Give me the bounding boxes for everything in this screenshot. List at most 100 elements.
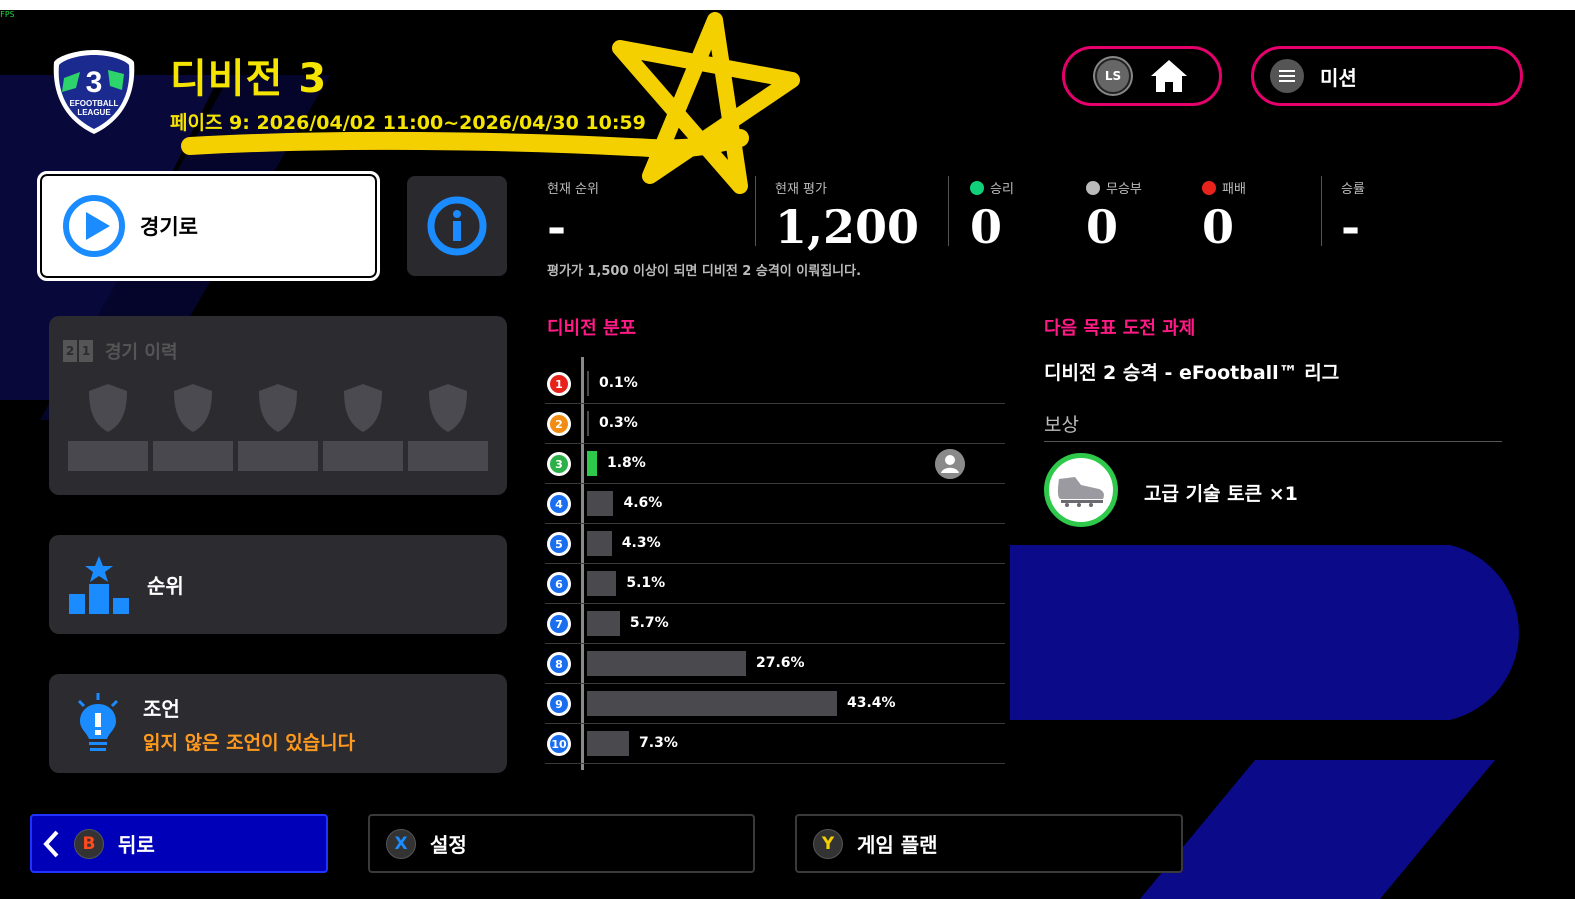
division-rank-icon: 5 [547,532,571,556]
current-rank-label: 현재 순위 [547,182,599,197]
win-rate-label: 승률 [1341,182,1365,197]
division-rank-icon: 1 [547,372,571,396]
distribution-percent: 5.1% [626,575,666,591]
scoreboard-icon: 21 [63,340,93,362]
distribution-row: 7 5.7% [545,604,1005,644]
reward-item[interactable] [1044,453,1118,527]
distribution-bar [587,691,837,716]
game-plan-button[interactable]: Y 게임 플랜 [795,814,1183,873]
stat-divider [1321,176,1322,246]
info-button[interactable] [407,176,507,276]
history-result-bar [238,441,318,471]
history-slot [238,383,318,471]
lightbulb-icon [77,692,119,751]
shield-icon [174,384,212,432]
history-result-bar [68,441,148,471]
advice-unread-notice: 읽지 않은 조언이 있습니다 [143,731,356,754]
current-rating-value: 1,200 [775,200,920,254]
current-rating-label: 현재 평가 [775,182,827,197]
reward-divider [1044,441,1502,442]
distribution-title: 디비전 분포 [547,318,637,339]
distribution-percent: 4.6% [623,495,663,511]
podium-icon [69,555,129,614]
info-icon [427,196,487,256]
shield-icon [429,384,467,432]
division-rank-icon: 7 [547,612,571,636]
division-rank-icon: 3 [547,452,571,476]
distribution-bar [587,371,589,396]
advice-title: 조언 [143,696,180,721]
losses-label: 패배 [1222,182,1246,197]
back-button[interactable]: B 뒤로 [30,814,328,873]
stat-divider [948,176,949,246]
stat-wins: 승리 0 [970,178,1014,253]
distribution-bar [587,411,589,436]
distribution-percent: 4.3% [621,535,661,551]
current-rank-value: - [547,200,567,254]
division-title: 디비전 3 [170,56,328,102]
shield-icon [344,384,382,432]
ranking-button[interactable]: 순위 [49,535,507,634]
shield-icon [259,384,297,432]
stat-draws: 무승부 0 [1086,178,1142,253]
distribution-bar [587,451,597,476]
win-rate-value: - [1341,200,1361,254]
division-rank-icon: 9 [547,692,571,716]
history-result-bar [323,441,403,471]
reward-name: 고급 기술 토큰 ×1 [1144,483,1298,505]
distribution-percent: 27.6% [755,655,805,671]
distribution-row: 4 4.6% [545,484,1005,524]
history-slot [408,383,488,471]
game-plan-label: 게임 플랜 [857,833,938,857]
division-rank-icon: 2 [547,412,571,436]
wins-value: 0 [970,200,1003,254]
play-match-button[interactable]: 경기로 [37,171,380,281]
win-dot-icon [970,180,984,195]
back-label: 뒤로 [118,833,155,857]
promotion-note: 평가가 1,500 이상이 되면 디비전 2 승격이 이뤄집니다. [547,264,862,279]
boot-icon [1057,477,1104,507]
ranking-label: 순위 [147,574,184,598]
play-match-label: 경기로 [140,215,198,239]
reward-label: 보상 [1044,414,1079,436]
distribution-percent: 5.7% [629,615,669,631]
draws-label: 무승부 [1106,182,1142,197]
history-result-bar [408,441,488,471]
advice-button[interactable]: 조언 읽지 않은 조언이 있습니다 [49,674,507,773]
match-history-slots [68,383,488,471]
distribution-row: 3 1.8% [545,444,1005,484]
top-white-strip [0,0,1575,10]
next-goal-name: 디비전 2 승격 - eFootball™ 리그 [1044,362,1340,384]
settings-button[interactable]: X 설정 [368,814,755,873]
wins-label: 승리 [990,182,1014,197]
home-pill-button[interactable]: LS [1062,46,1222,106]
fps-counter: FPS [0,10,15,19]
losses-value: 0 [1202,200,1235,254]
draw-dot-icon [1086,180,1100,195]
badge-line2: LEAGUE [77,108,111,117]
mission-label: 미션 [1320,65,1357,90]
distribution-percent: 0.1% [599,375,638,391]
badge-number: 3 [86,66,103,99]
ls-button-icon: LS [1095,58,1131,94]
distribution-row: 9 43.4% [545,684,1005,724]
division-rank-icon: 8 [547,652,571,676]
distribution-bar [587,571,617,596]
distribution-bar [587,731,630,756]
division-badge: 3 EFOOTBALL LEAGUE [53,50,135,134]
distribution-bar [587,491,614,516]
y-button-icon: Y [813,828,843,859]
distribution-percent: 43.4% [847,695,896,711]
distribution-row: 1 0.1% [545,364,1005,404]
history-slot [153,383,233,471]
distribution-percent: 7.3% [639,735,678,751]
chevron-left-icon [43,830,59,857]
menu-icon [1270,59,1304,93]
badge-line1: EFOOTBALL [70,99,119,108]
distribution-bar [587,651,746,676]
stat-win-rate: 승률 - [1341,178,1365,253]
distribution-bar [587,531,612,556]
phase-schedule: 페이즈 9: 2026/04/02 11:00~2026/04/30 10:59 [170,112,646,134]
mission-button[interactable]: 미션 [1251,46,1523,106]
history-slot [323,383,403,471]
